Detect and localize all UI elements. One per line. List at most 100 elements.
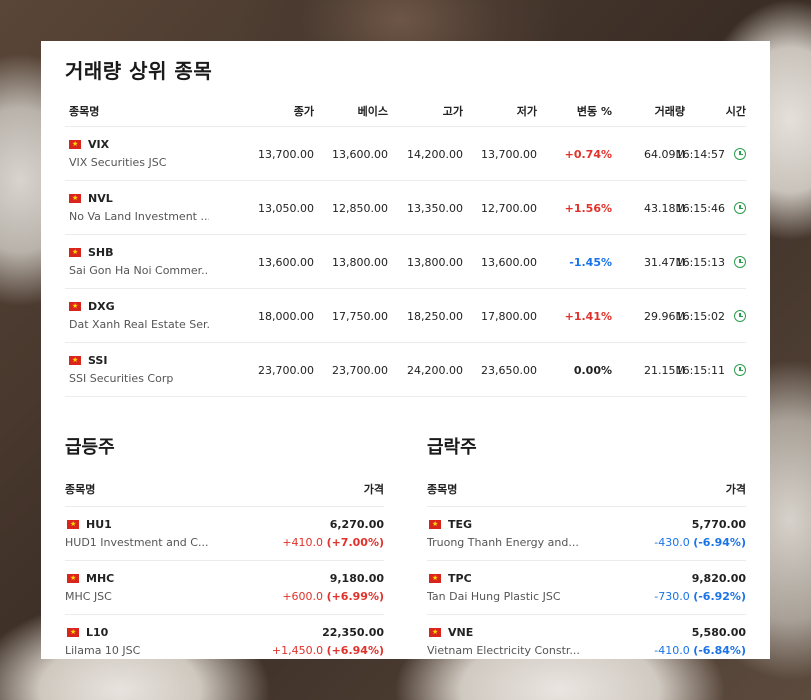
change: -430.0 (-6.94%) [654, 536, 746, 549]
symbol: MHC [86, 572, 115, 585]
vietnam-flag-icon [69, 355, 81, 365]
change: +410.0 (+7.00%) [282, 536, 384, 549]
header-change: 변동 % [576, 105, 612, 118]
list-item[interactable]: L10 Lilama 10 JSC 22,350.00 +1,450.0 (+6… [65, 615, 384, 659]
vietnam-flag-icon [67, 519, 79, 529]
gainers-section: 급등주 종목명 가격 HU1 HUD1 Investment and C... … [65, 433, 384, 659]
clock-icon [734, 256, 746, 268]
market-panel: 거래량 상위 종목 종목명 종가 베이스 고가 저가 변동 % 거래량 시간 V… [41, 41, 770, 659]
change-percent: 0.00% [573, 364, 612, 377]
high: 18,250.00 [407, 310, 463, 323]
change-percent: +1.41% [564, 310, 612, 323]
gainers-title: 급등주 [65, 437, 115, 458]
list-item[interactable]: TEG Truong Thanh Energy and... 5,770.00 … [427, 507, 746, 561]
symbol: VNE [448, 626, 474, 639]
header-low: 저가 [516, 105, 537, 118]
losers-header: 종목명 가격 [427, 481, 746, 507]
vietnam-flag-icon [67, 573, 79, 583]
base: 23,700.00 [332, 364, 388, 377]
change-percent: +1.56% [564, 202, 612, 215]
list-item[interactable]: HU1 HUD1 Investment and C... 6,270.00 +4… [65, 507, 384, 561]
header-name: 종목명 [427, 483, 458, 496]
company-name: SSI Securities Corp [69, 372, 174, 385]
price: 5,580.00 [691, 626, 746, 639]
company-name: MHC JSC [65, 590, 112, 603]
clock-icon [734, 148, 746, 160]
base: 17,750.00 [332, 310, 388, 323]
header-price: 종가 [293, 105, 314, 118]
price: 5,770.00 [691, 518, 746, 531]
price: 18,000.00 [258, 310, 314, 323]
table-row[interactable]: SHB Sai Gon Ha Noi Commer... 13,600.00 1… [65, 235, 746, 289]
company-name: Vietnam Electricity Constr... [427, 644, 580, 657]
list-item[interactable]: MHC MHC JSC 9,180.00 +600.0 (+6.99%) [65, 561, 384, 615]
high: 24,200.00 [407, 364, 463, 377]
most-active-table: 종목명 종가 베이스 고가 저가 변동 % 거래량 시간 VIX VIX Sec… [65, 95, 746, 397]
header-high: 고가 [442, 105, 463, 118]
gainers-header: 종목명 가격 [65, 481, 384, 507]
low: 13,700.00 [481, 148, 537, 161]
vietnam-flag-icon [69, 193, 81, 203]
vietnam-flag-icon [429, 519, 441, 529]
symbol: SSI [88, 354, 108, 367]
low: 17,800.00 [481, 310, 537, 323]
high: 13,350.00 [407, 202, 463, 215]
price: 13,700.00 [258, 148, 314, 161]
clock-icon [734, 202, 746, 214]
change: +600.0 (+6.99%) [282, 590, 384, 603]
company-name: Tan Dai Hung Plastic JSC [427, 590, 561, 603]
company-name: Sai Gon Ha Noi Commer... [69, 264, 209, 277]
price: 6,270.00 [329, 518, 384, 531]
company-name: HUD1 Investment and C... [65, 536, 209, 549]
vietnam-flag-icon [69, 301, 81, 311]
time: 16:14:57 [675, 148, 725, 161]
company-name: No Va Land Investment ... [69, 210, 209, 223]
high: 14,200.00 [407, 148, 463, 161]
table-row[interactable]: DXG Dat Xanh Real Estate Ser... 18,000.0… [65, 289, 746, 343]
clock-icon [734, 310, 746, 322]
table-row[interactable]: SSI SSI Securities Corp 23,700.00 23,700… [65, 343, 746, 397]
losers-section: 급락주 종목명 가격 TEG Truong Thanh Energy and..… [427, 433, 746, 659]
change: +1,450.0 (+6.94%) [271, 644, 384, 657]
price: 13,050.00 [258, 202, 314, 215]
high: 13,800.00 [407, 256, 463, 269]
change-percent: -1.45% [569, 256, 612, 269]
time: 16:15:13 [675, 256, 725, 269]
symbol: TEG [448, 518, 473, 531]
symbol: SHB [88, 246, 114, 259]
table-row[interactable]: NVL No Va Land Investment ... 13,050.00 … [65, 181, 746, 235]
header-time: 시간 [725, 105, 746, 118]
company-name: VIX Securities JSC [69, 156, 167, 169]
time: 16:15:11 [675, 364, 725, 377]
clock-icon [734, 364, 746, 376]
price: 22,350.00 [322, 626, 384, 639]
symbol: L10 [86, 626, 109, 639]
low: 23,650.00 [481, 364, 537, 377]
vietnam-flag-icon [67, 627, 79, 637]
symbol: TPC [448, 572, 472, 585]
list-item[interactable]: VNE Vietnam Electricity Constr... 5,580.… [427, 615, 746, 659]
header-price: 가격 [725, 483, 746, 496]
vietnam-flag-icon [69, 247, 81, 257]
change: -730.0 (-6.92%) [654, 590, 746, 603]
base: 13,600.00 [332, 148, 388, 161]
price: 9,820.00 [691, 572, 746, 585]
table-row[interactable]: VIX VIX Securities JSC 13,700.00 13,600.… [65, 127, 746, 181]
base: 13,800.00 [332, 256, 388, 269]
company-name: Dat Xanh Real Estate Ser... [69, 318, 209, 331]
time: 16:15:02 [675, 310, 725, 323]
symbol: DXG [88, 300, 115, 313]
low: 12,700.00 [481, 202, 537, 215]
list-item[interactable]: TPC Tan Dai Hung Plastic JSC 9,820.00 -7… [427, 561, 746, 615]
base: 12,850.00 [332, 202, 388, 215]
symbol: HU1 [86, 518, 112, 531]
change-percent: +0.74% [564, 148, 612, 161]
symbol: NVL [88, 192, 113, 205]
low: 13,600.00 [481, 256, 537, 269]
company-name: Lilama 10 JSC [65, 644, 141, 657]
vietnam-flag-icon [429, 573, 441, 583]
vietnam-flag-icon [429, 627, 441, 637]
header-name: 종목명 [65, 483, 96, 496]
header-volume: 거래량 [654, 105, 685, 118]
time: 16:15:46 [675, 202, 725, 215]
